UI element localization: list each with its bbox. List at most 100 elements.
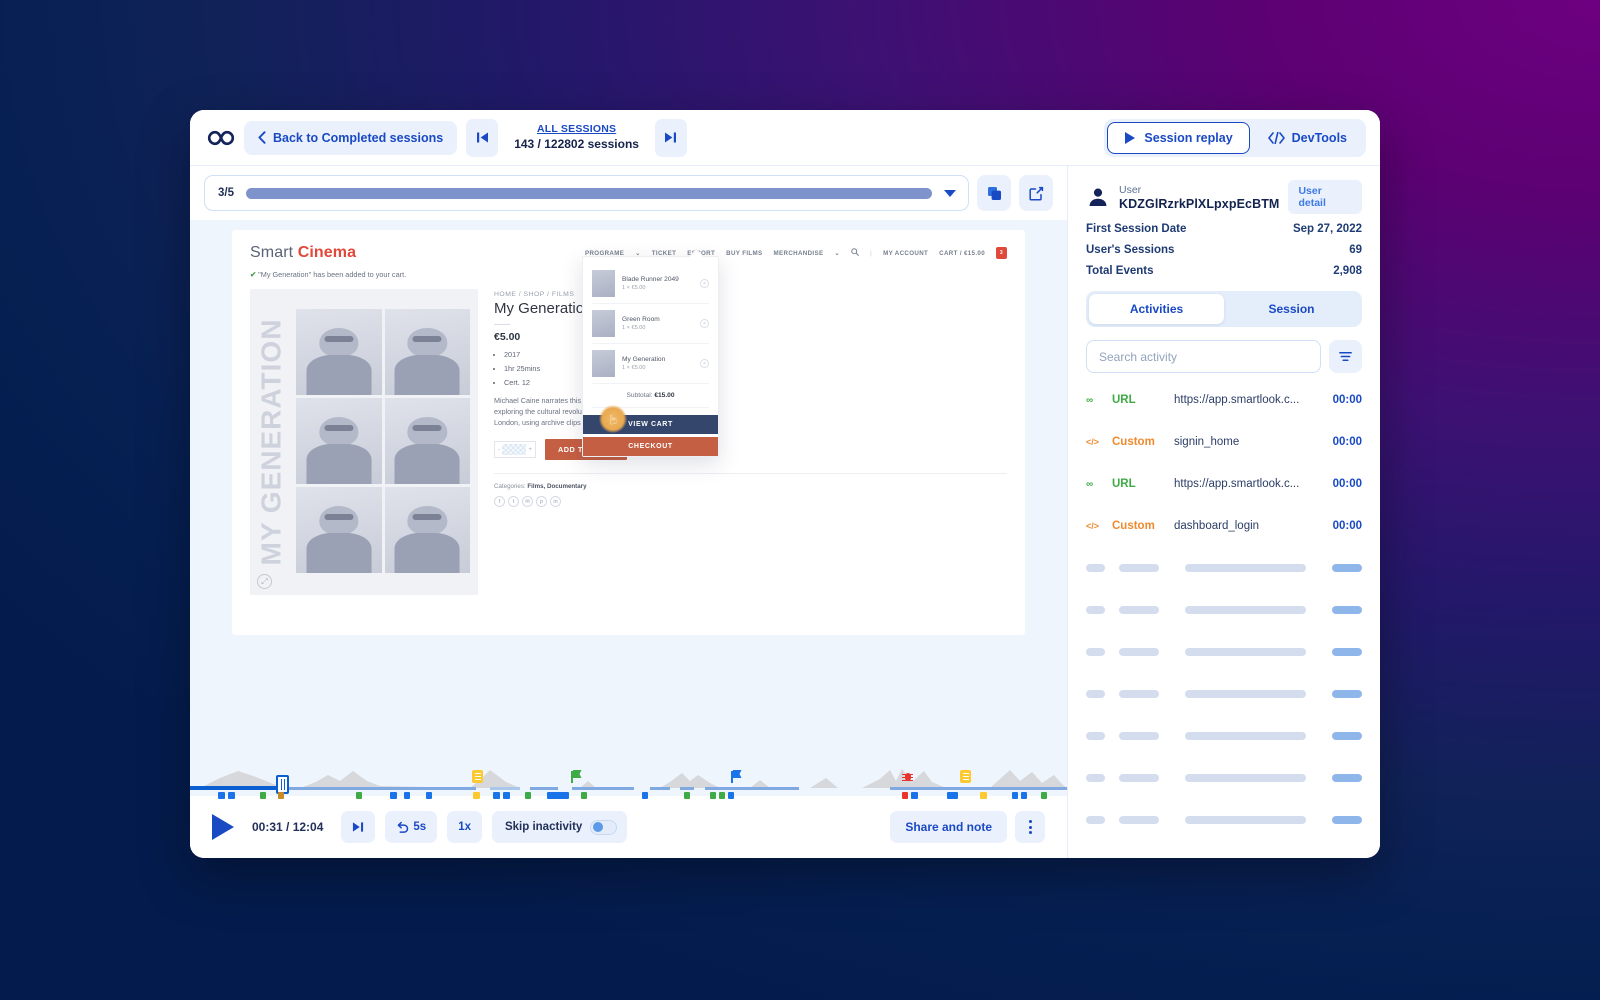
page-progress-track[interactable] xyxy=(246,187,932,199)
remove-item-icon[interactable]: × xyxy=(700,279,709,288)
event-marker[interactable] xyxy=(980,792,987,799)
event-marker[interactable] xyxy=(547,792,569,799)
product-poster[interactable]: MY GENERATION ⤢ xyxy=(250,289,478,595)
nav-item-buy-films[interactable]: BUY FILMS xyxy=(726,250,762,257)
event-marker[interactable] xyxy=(260,792,266,799)
email-icon[interactable]: ✉ xyxy=(522,496,533,508)
event-marker[interactable] xyxy=(390,792,397,799)
poster-cell xyxy=(296,309,382,395)
infinity-logo-icon[interactable] xyxy=(206,123,236,153)
event-marker[interactable] xyxy=(426,792,432,799)
event-marker[interactable] xyxy=(1021,792,1027,799)
filter-button[interactable] xyxy=(1329,340,1362,373)
event-marker[interactable] xyxy=(719,792,725,799)
event-marker[interactable] xyxy=(473,792,480,799)
event-marker[interactable] xyxy=(1012,792,1018,799)
cart-item-name[interactable]: My Generation xyxy=(622,356,693,363)
checkout-button[interactable]: CHECKOUT xyxy=(583,437,718,456)
previous-session-button[interactable] xyxy=(466,118,499,157)
code-icon xyxy=(1267,131,1285,144)
event-marker[interactable] xyxy=(503,792,510,799)
rewind-label: 5s xyxy=(413,821,427,833)
zoom-icon[interactable]: ⤢ xyxy=(257,574,272,589)
skip-next-event-icon xyxy=(353,822,364,832)
nav-item-merchandise[interactable]: MERCHANDISE xyxy=(774,250,824,257)
cart-item-name[interactable]: Green Room xyxy=(622,316,693,323)
pinterest-icon[interactable]: p xyxy=(536,496,547,508)
mini-cart-dropdown: Blade Runner 2049 1 × €5.00 × Green Room… xyxy=(582,256,719,457)
cart-count-badge[interactable]: 3 xyxy=(996,247,1007,259)
tab-session[interactable]: Session xyxy=(1224,294,1359,324)
activity-row[interactable]: </> Custom dashboard_login 00:00 xyxy=(1086,505,1362,547)
copy-button[interactable] xyxy=(977,175,1011,211)
event-marker[interactable] xyxy=(684,792,690,799)
activity-row[interactable]: </> Custom signin_home 00:00 xyxy=(1086,421,1362,463)
next-session-button[interactable] xyxy=(654,118,687,157)
bug-icon[interactable] xyxy=(902,771,913,783)
page-progress-bar[interactable]: 3/5 xyxy=(204,175,969,211)
event-marker[interactable] xyxy=(947,792,958,799)
linkedin-icon[interactable]: in xyxy=(550,496,561,508)
quantity-plus[interactable]: + xyxy=(528,447,532,453)
skip-inactivity-toggle[interactable]: Skip inactivity xyxy=(491,811,628,843)
website-logo[interactable]: Smart Cinema xyxy=(250,244,356,262)
event-marker[interactable] xyxy=(728,792,734,799)
event-marker[interactable] xyxy=(493,792,500,799)
event-marker[interactable] xyxy=(902,792,908,799)
activity-row[interactable]: ∞ URL https://app.smartlook.c... 00:00 xyxy=(1086,379,1362,421)
activity-waveform xyxy=(190,769,1067,788)
note-icon[interactable] xyxy=(960,770,971,783)
stat-key: User's Sessions xyxy=(1086,244,1175,256)
brand-first: Smart xyxy=(250,244,298,261)
facebook-icon[interactable]: f xyxy=(494,496,505,508)
remove-item-icon[interactable]: × xyxy=(700,359,709,368)
remove-item-icon[interactable]: × xyxy=(700,319,709,328)
smartlook-app-window: Back to Completed sessions ALL SESSIONS … xyxy=(190,110,1380,858)
event-marker[interactable] xyxy=(525,792,531,799)
search-icon[interactable] xyxy=(851,248,859,258)
event-marker[interactable] xyxy=(710,792,716,799)
event-marker[interactable] xyxy=(1041,792,1047,799)
timeline-segment xyxy=(282,787,476,790)
chevron-down-icon[interactable] xyxy=(944,189,956,197)
quantity-minus[interactable]: - xyxy=(498,447,500,453)
event-marker[interactable] xyxy=(404,792,410,799)
activity-row[interactable]: ∞ URL https://app.smartlook.c... 00:00 xyxy=(1086,463,1362,505)
event-marker[interactable] xyxy=(356,792,362,799)
session-replay-tab[interactable]: Session replay xyxy=(1107,121,1250,154)
timeline-played-segment xyxy=(190,786,282,790)
twitter-icon[interactable]: t xyxy=(508,496,519,508)
nav-my-account[interactable]: MY ACCOUNT xyxy=(883,250,928,257)
toggle-switch[interactable] xyxy=(590,819,618,835)
event-marker[interactable] xyxy=(911,792,918,799)
all-sessions-indicator[interactable]: ALL SESSIONS 143 / 122802 sessions xyxy=(502,123,651,151)
categories-value[interactable]: Films, Documentary xyxy=(527,483,586,490)
replayed-website: Smart Cinema PROGRAME⌄ TICKET ESCORT BUY… xyxy=(232,230,1025,635)
stat-first-session-date: First Session Date Sep 27, 2022 xyxy=(1086,223,1362,235)
event-marker[interactable] xyxy=(278,792,284,799)
quantity-input[interactable] xyxy=(502,444,527,456)
event-marker[interactable] xyxy=(581,792,587,799)
event-marker[interactable] xyxy=(228,792,235,799)
back-to-completed-sessions-button[interactable]: Back to Completed sessions xyxy=(244,120,458,155)
open-external-button[interactable] xyxy=(1019,175,1053,211)
user-detail-button[interactable]: User detail xyxy=(1288,180,1362,214)
search-input[interactable] xyxy=(1086,340,1321,373)
quantity-stepper[interactable]: - + xyxy=(494,441,536,459)
event-marker[interactable] xyxy=(218,792,225,799)
cart-item-name[interactable]: Blade Runner 2049 xyxy=(622,276,693,283)
tab-activities[interactable]: Activities xyxy=(1089,294,1224,324)
share-and-note-button[interactable]: Share and note xyxy=(890,811,1007,843)
playback-speed-button[interactable]: 1x xyxy=(447,811,482,843)
event-marker[interactable] xyxy=(642,792,648,799)
play-icon[interactable] xyxy=(212,814,234,840)
next-event-button[interactable] xyxy=(341,811,376,843)
note-icon[interactable] xyxy=(472,770,483,783)
rewind-5s-button[interactable]: 5s xyxy=(385,811,438,843)
nav-cart-label[interactable]: CART / €15.00 xyxy=(939,250,985,257)
kebab-menu-icon[interactable] xyxy=(1015,811,1045,843)
session-timeline[interactable] xyxy=(190,754,1067,799)
timeline-track[interactable] xyxy=(190,786,1067,790)
step-fraction-label: 3/5 xyxy=(218,187,234,199)
devtools-tab[interactable]: DevTools xyxy=(1252,122,1363,154)
